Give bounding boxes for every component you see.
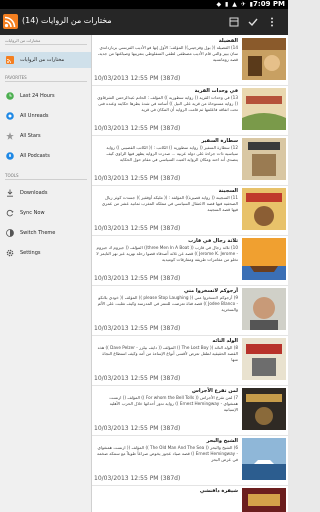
sidebar-item-label: All Unreads — [20, 113, 49, 119]
article-title: أرجوكم لاتسخروا مني — [183, 288, 238, 294]
sidebar-item-last-24-hours[interactable]: Last 24 Hours — [0, 88, 91, 104]
list-item[interactable]: السجينة 11) السجينة (( رواية قصيرة)) الم… — [92, 185, 288, 236]
sidebar-item-label: Sync Now — [20, 210, 45, 216]
sidebar-item-label: Last 24 Hours — [20, 93, 55, 99]
list-item[interactable]: سطارة السفير 12) سطارة السفير (( رواية س… — [92, 135, 288, 186]
status-bar: ◆ ▮ ▲ ✈ ▮ 7:09 PM — [0, 0, 288, 9]
article-date: 10/03/2013 12:55 PM (387d) — [94, 325, 181, 332]
mark-read-icon[interactable] — [245, 14, 261, 30]
clock-icon — [5, 91, 15, 101]
article-thumbnail — [242, 488, 286, 512]
article-title: شيفرة دافنشي — [199, 488, 238, 494]
article-date: 10/03/2013 12:55 PM (387d) — [94, 75, 181, 82]
sidebar-item-label: Switch Theme — [20, 230, 56, 236]
article-title: ثلاثة رجال في قارب — [188, 238, 238, 244]
article-title: لمن تقرع الأجراس — [192, 388, 238, 394]
unread-icon — [5, 111, 15, 121]
status-time: 7:09 PM — [253, 0, 285, 8]
article-thumbnail — [242, 238, 286, 280]
theme-icon — [5, 228, 15, 238]
list-item[interactable]: في وحدات القرية 13) في وحدات القرية (( ر… — [92, 85, 288, 136]
rss-icon — [5, 55, 15, 65]
article-date: 10/03/2013 12:55 PM (387d) — [94, 125, 181, 132]
article-thumbnail — [242, 388, 286, 430]
article-date: 10/03/2013 12:55 PM (387d) — [94, 175, 181, 182]
sidebar-item-all-podcasts[interactable]: All Podcasts — [0, 148, 91, 164]
sidebar-item-label: All Stars — [20, 133, 41, 139]
article-snippet: 14) الفضيلة (( بول وفرجيني)) المؤلف: الأ… — [97, 45, 238, 62]
article-snippet: 9) أرجوكم لاتسخروا مني (( please Stop La… — [97, 295, 238, 312]
podcast-icon — [5, 151, 15, 161]
favorites-section-label: FAVORITES — [5, 75, 87, 82]
article-date: 10/03/2013 12:55 PM (387d) — [94, 225, 181, 232]
article-title: سطارة السفير — [201, 138, 238, 144]
sidebar-item-all-stars[interactable]: All Stars — [0, 128, 91, 144]
app-bar: مختارات من الروايات (14) — [0, 9, 288, 35]
article-snippet: 10) ثلاثة رجال في قارب (( three Men In A… — [96, 245, 238, 262]
article-snippet: 7) لمن تقرع الأجراس (( For whom the Bell… — [109, 395, 238, 412]
star-icon — [5, 131, 15, 141]
article-title: الفضيلة — [218, 38, 238, 44]
article-thumbnail — [242, 188, 286, 230]
list-item[interactable]: لمن تقرع الأجراس 7) لمن تقرع الأجراس (( … — [92, 385, 288, 436]
tools-section-label: TOOLS — [5, 173, 87, 180]
settings-icon — [5, 248, 15, 258]
sidebar-item-downloads[interactable]: Downloads — [0, 185, 91, 201]
article-thumbnail — [242, 288, 286, 330]
rss-icon[interactable] — [3, 14, 18, 29]
article-snippet: 11) السجينة (( رواية قصيرة)) المؤلفة : (… — [101, 195, 238, 212]
article-title: الشيخ والبحر — [206, 438, 238, 444]
article-title: السجينة — [218, 188, 238, 194]
article-thumbnail — [242, 38, 286, 80]
article-date: 10/03/2013 12:55 PM (387d) — [94, 275, 181, 282]
sidebar-item-settings[interactable]: Settings — [0, 245, 91, 261]
sidebar-header: مختارات من الروايات — [5, 38, 87, 45]
download-icon — [5, 188, 15, 198]
article-thumbnail — [242, 438, 286, 480]
sidebar-item-all-unreads[interactable]: All Unreads — [0, 108, 91, 124]
system-icons: ◆ ▮ ▲ ✈ ▮ — [216, 1, 254, 8]
article-snippet: 8) الولد التائه (( The Lost Boy )) المؤل… — [97, 345, 238, 362]
list-item[interactable]: ثلاثة رجال في قارب 10) ثلاثة رجال في قار… — [92, 235, 288, 286]
sidebar-item-sync-now[interactable]: Sync Now — [0, 205, 91, 221]
article-date: 10/03/2013 12:55 PM (387d) — [94, 475, 181, 482]
list-item[interactable]: الشيخ والبحر 6) الشيخ والبحر (( The Old … — [92, 435, 288, 486]
article-thumbnail — [242, 338, 286, 380]
article-thumbnail — [242, 138, 286, 180]
article-thumbnail — [242, 88, 286, 130]
article-date: 10/03/2013 12:55 PM (387d) — [94, 375, 181, 382]
feed-title: مختارات من الروايات (14) — [22, 16, 112, 25]
article-title: الولد التائه — [212, 338, 238, 344]
list-item[interactable]: شيفرة دافنشي — [92, 485, 288, 512]
sidebar-item-feed[interactable]: مختارات من الروايات — [0, 52, 91, 68]
sidebar-item-label: Downloads — [20, 190, 48, 196]
list-item[interactable]: الولد التائه 8) الولد التائه (( The Lost… — [92, 335, 288, 386]
sidebar: مختارات من الروايات مختارات من الروايات … — [0, 35, 92, 512]
article-date: 10/03/2013 12:55 PM (387d) — [94, 425, 181, 432]
view-icon[interactable] — [226, 14, 242, 30]
list-item[interactable]: أرجوكم لاتسخروا مني 9) أرجوكم لاتسخروا م… — [92, 285, 288, 336]
sync-icon — [5, 208, 15, 218]
sidebar-item-label: All Podcasts — [20, 153, 50, 159]
article-snippet: 13) في وحدات القرية (( رواية سطورية )) ا… — [97, 95, 238, 112]
list-item[interactable]: الفضيلة 14) الفضيلة (( بول وفرجيني)) الم… — [92, 35, 288, 86]
article-title: في وحدات القرية — [194, 88, 238, 94]
article-list: الفضيلة 14) الفضيلة (( بول وفرجيني)) الم… — [92, 35, 288, 512]
sidebar-item-switch-theme[interactable]: Switch Theme — [0, 225, 91, 241]
sidebar-item-label: Settings — [20, 250, 41, 256]
sidebar-item-label: مختارات من الروايات — [20, 57, 65, 63]
article-snippet: 12) سطارة السفير (( رواية سطورية )) الكا… — [106, 145, 238, 162]
overflow-menu-icon[interactable] — [264, 14, 280, 30]
article-snippet: 6) الشيخ والبحر (( The Old Man And The S… — [96, 445, 238, 462]
